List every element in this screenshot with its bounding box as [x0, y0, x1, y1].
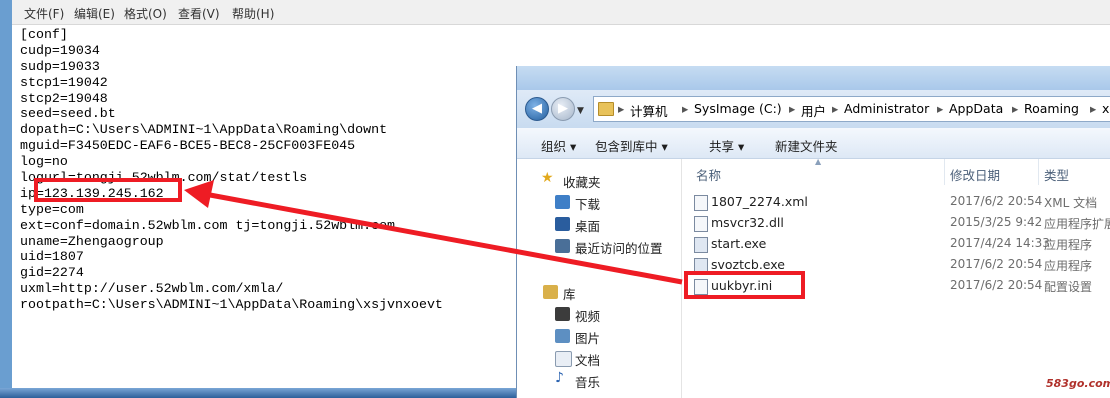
pictures-icon — [555, 329, 570, 343]
xml-file-icon — [694, 195, 708, 211]
desktop-icon — [555, 217, 570, 231]
breadcrumb-appdata[interactable]: AppData — [949, 101, 1003, 116]
command-bar: 组织 ▾ 包含到库中 ▾ 共享 ▾ 新建文件夹 — [517, 128, 1110, 159]
file-date: 2017/4/24 14:33 — [950, 236, 1050, 250]
breadcrumb-separator: ▸ — [832, 101, 839, 116]
breadcrumb-separator: ▸ — [682, 101, 689, 116]
recent-pages-dropdown-icon[interactable]: ▼ — [577, 106, 584, 116]
address-row: ◀ ▶ ▼ ▸ 计算机 ▸ SysImage (C:) ▸ 用户 ▸ Admin… — [517, 90, 1110, 128]
file-type: 应用程序扩展 — [1044, 217, 1110, 231]
breadcrumb-separator: ▸ — [1012, 101, 1019, 116]
sort-arrow-icon: ▲ — [815, 157, 822, 166]
watermark: 583go.com — [1046, 377, 1110, 390]
file-name: 1807_2274.xml — [711, 194, 808, 209]
explorer-titlebar[interactable] — [517, 66, 1110, 90]
folder-icon — [598, 102, 614, 116]
exe-file-icon — [694, 237, 708, 253]
back-arrow-icon[interactable]: ◀ — [525, 97, 549, 121]
include-in-library-button[interactable]: 包含到库中 ▾ — [595, 136, 668, 155]
menu-view[interactable]: 查看(V) — [178, 5, 220, 22]
notepad-text-area[interactable]: [conf] cudp=19034 sudp=19033 stcp1=19042… — [20, 27, 520, 313]
notepad-window-border — [0, 0, 12, 398]
ini-file-highlight-box — [684, 271, 805, 299]
config-line: mguid=F3450EDC-EAF6-BCE5-BEC8-25CF003FE0… — [20, 138, 356, 154]
config-line: uname=Zhengaogroup — [20, 233, 164, 249]
music-icon: ♪ — [555, 370, 564, 386]
libraries-icon — [543, 285, 558, 299]
star-icon: ★ — [541, 170, 554, 186]
config-line: cudp=19034 — [20, 42, 100, 58]
config-line: uid=1807 — [20, 249, 84, 265]
recent-places-icon — [555, 239, 570, 253]
videos-icon — [555, 307, 570, 321]
explorer-window: ◀ ▶ ▼ ▸ 计算机 ▸ SysImage (C:) ▸ 用户 ▸ Admin… — [516, 66, 1110, 398]
file-date: 2017/6/2 20:54 — [950, 278, 1043, 292]
file-row[interactable]: msvcr32.dll 2015/3/25 9:42 应用程序扩展 — [688, 213, 1110, 234]
file-date: 2017/6/2 20:54 — [950, 194, 1043, 208]
forward-arrow-icon[interactable]: ▶ — [551, 97, 575, 121]
config-line: stcp2=19048 — [20, 90, 108, 106]
config-line: rootpath=C:\Users\ADMINI~1\AppData\Roami… — [20, 297, 443, 313]
new-folder-button[interactable]: 新建文件夹 — [775, 136, 838, 155]
menu-format[interactable]: 格式(O) — [124, 5, 167, 22]
column-separator[interactable] — [944, 159, 945, 185]
file-type: XML 文档 — [1044, 196, 1098, 210]
column-header-name[interactable]: 名称 — [696, 165, 721, 184]
breadcrumb-computer[interactable]: 计算机 — [630, 101, 668, 120]
file-row[interactable]: 1807_2274.xml 2017/6/2 20:54 XML 文档 — [688, 192, 1110, 213]
config-line: stcp1=19042 — [20, 74, 108, 90]
config-line: uxml=http://user.52wblm.com/xmla/ — [20, 281, 284, 297]
file-name: start.exe — [711, 236, 767, 251]
config-line: gid=2274 — [20, 265, 84, 281]
breadcrumb-separator: ▸ — [937, 101, 944, 116]
menu-edit[interactable]: 编辑(E) — [74, 5, 115, 22]
organize-button[interactable]: 组织 ▾ — [541, 136, 576, 155]
navigation-pane: ★ 收藏夹 下载 桌面 最近访问的位置 库 视频 图片 文档 ♪ 音乐 — [517, 159, 682, 398]
address-bar[interactable]: ▸ 计算机 ▸ SysImage (C:) ▸ 用户 ▸ Administrat… — [593, 96, 1110, 122]
config-line: dopath=C:\Users\ADMINI~1\AppData\Roaming… — [20, 122, 388, 138]
breadcrumb-folder[interactable]: xsjv — [1102, 101, 1110, 116]
breadcrumb-separator: ▸ — [789, 101, 796, 116]
column-header-type[interactable]: 类型 — [1044, 165, 1069, 184]
config-line: log=no — [20, 154, 68, 170]
file-type: 配置设置 — [1044, 280, 1093, 294]
config-line: [conf] — [20, 27, 68, 42]
menu-file[interactable]: 文件(F) — [24, 5, 64, 22]
file-date: 2017/6/2 20:54 — [950, 257, 1043, 271]
notepad-menubar: 文件(F) 编辑(E) 格式(O) 查看(V) 帮助(H) — [12, 0, 1110, 25]
share-button[interactable]: 共享 ▾ — [709, 136, 744, 155]
config-line: type=com — [20, 201, 84, 217]
documents-icon — [555, 351, 572, 367]
breadcrumb-separator: ▸ — [1090, 101, 1097, 116]
column-header-date[interactable]: 修改日期 — [950, 165, 1000, 184]
dll-file-icon — [694, 216, 708, 232]
config-line: seed=seed.bt — [20, 106, 116, 122]
downloads-folder-icon — [555, 195, 570, 209]
breadcrumb-drive[interactable]: SysImage (C:) — [694, 101, 782, 116]
breadcrumb-separator: ▸ — [618, 101, 625, 116]
file-type: 应用程序 — [1044, 259, 1093, 273]
file-type: 应用程序 — [1044, 238, 1093, 252]
file-row[interactable]: start.exe 2017/4/24 14:33 应用程序 — [688, 234, 1110, 255]
config-line: ext=conf=domain.52wblm.com tj=tongji.52w… — [20, 217, 396, 233]
breadcrumb-users[interactable]: 用户 — [801, 101, 826, 120]
file-name: msvcr32.dll — [711, 215, 784, 230]
file-name: svoztcb.exe — [711, 257, 785, 272]
config-line: sudp=19033 — [20, 58, 100, 74]
menu-help[interactable]: 帮助(H) — [232, 5, 274, 22]
breadcrumb-administrator[interactable]: Administrator — [844, 101, 929, 116]
breadcrumb-roaming[interactable]: Roaming — [1024, 101, 1079, 116]
ip-highlight-box — [34, 178, 182, 202]
file-date: 2015/3/25 9:42 — [950, 215, 1043, 229]
column-separator[interactable] — [1038, 159, 1039, 185]
